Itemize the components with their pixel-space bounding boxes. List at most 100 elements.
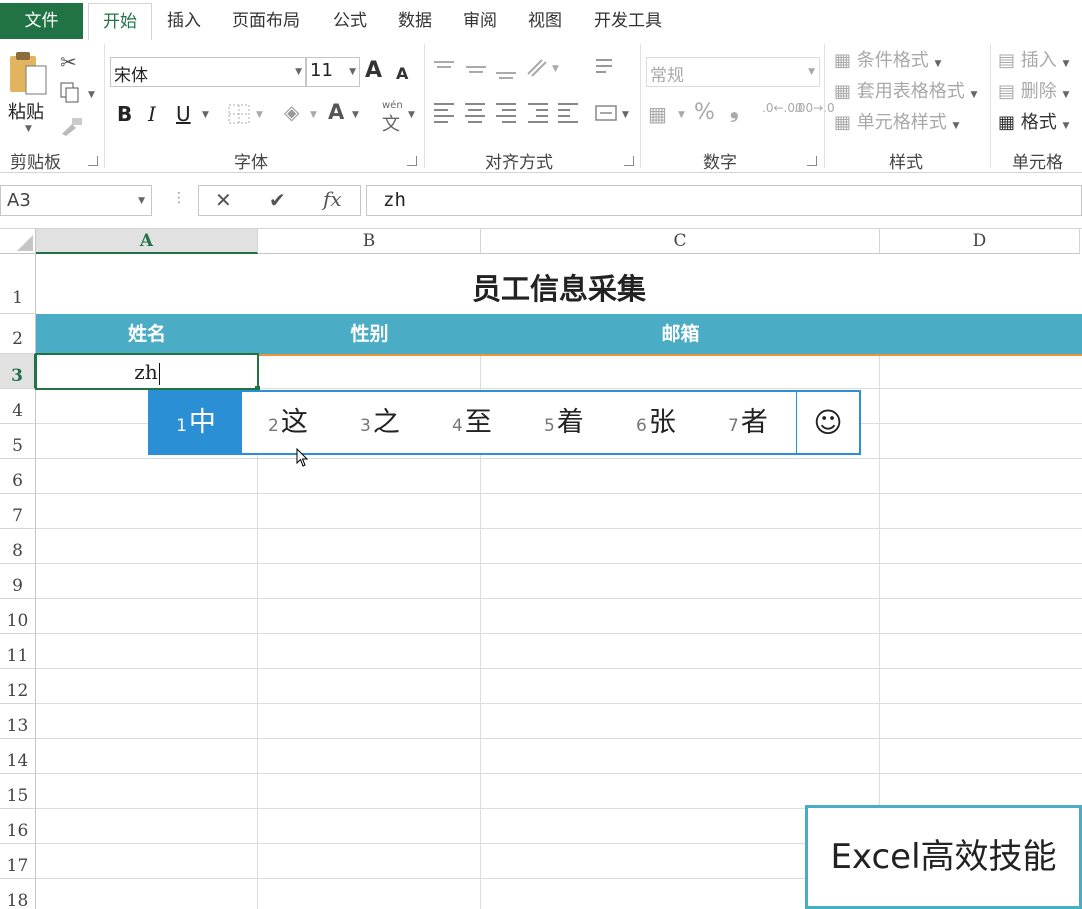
row-header-9[interactable]: 9 (0, 564, 36, 599)
fill-color-icon[interactable]: ◈ (284, 100, 299, 124)
row-header-13[interactable]: 13 (0, 704, 36, 739)
grow-font-button[interactable]: A (365, 58, 382, 83)
phonetic-guide-button[interactable]: 文 (382, 110, 400, 136)
border-icon[interactable] (228, 104, 250, 124)
currency-dropdown-icon[interactable]: ▼ (678, 110, 685, 120)
row-header-6[interactable]: 6 (0, 459, 36, 494)
cell-edit-text[interactable]: zh (37, 355, 257, 389)
tab-developer[interactable]: 开发工具 (580, 3, 676, 39)
number-format-select[interactable]: 常规 ▼ (646, 57, 820, 87)
paste-button[interactable]: 粘贴 (8, 98, 44, 124)
copy-icon[interactable] (60, 82, 79, 103)
candidate-number: 4 (452, 416, 463, 436)
underline-dropdown-icon[interactable]: ▼ (202, 110, 209, 120)
candidate-number: 1 (176, 416, 187, 436)
tab-data[interactable]: 数据 (385, 3, 445, 39)
fill-dropdown-icon[interactable]: ▼ (310, 110, 317, 120)
ime-candidate-4[interactable]: 4至 (452, 392, 492, 453)
copy-dropdown-icon[interactable]: ▼ (88, 90, 95, 100)
italic-button[interactable]: I (148, 102, 156, 126)
bold-button[interactable]: B (117, 102, 132, 126)
format-painter-icon[interactable] (60, 116, 84, 136)
header-email[interactable]: 邮箱 (481, 314, 880, 354)
name-box[interactable]: A3 ▼ (0, 185, 152, 216)
border-dropdown-icon[interactable]: ▼ (256, 110, 263, 120)
shrink-font-button[interactable]: A (396, 64, 408, 83)
column-header-c[interactable]: C (481, 229, 880, 254)
ime-candidate-5[interactable]: 5着 (544, 392, 584, 453)
enter-icon[interactable]: ✔ (269, 188, 286, 212)
row-header-7[interactable]: 7 (0, 494, 36, 529)
vertical-align-icons[interactable]: ▼ (432, 56, 632, 86)
row-header-3[interactable]: 3 (0, 354, 36, 389)
row-header-8[interactable]: 8 (0, 529, 36, 564)
paste-icon[interactable] (8, 50, 48, 96)
currency-icon[interactable]: ▦ (648, 102, 667, 126)
format-cells-button[interactable]: ▦ 格式 ▼ (998, 108, 1069, 134)
formula-input[interactable]: zh (366, 185, 1082, 216)
decrease-decimal-button[interactable]: .00→.0 (794, 102, 835, 114)
font-launcher-icon[interactable] (407, 156, 417, 166)
column-header-a[interactable]: A (36, 229, 258, 254)
clipboard-launcher-icon[interactable] (88, 156, 98, 166)
conditional-format-button[interactable]: ▦ 条件格式 ▼ (834, 46, 941, 72)
header-gender[interactable]: 性别 (258, 314, 481, 354)
row-header-18[interactable]: 18 (0, 879, 36, 909)
tab-review[interactable]: 审阅 (450, 3, 510, 39)
row-header-15[interactable]: 15 (0, 774, 36, 809)
column-header-b[interactable]: B (258, 229, 481, 254)
horizontal-align-icons[interactable]: ▼ (432, 100, 632, 130)
header-name[interactable]: 姓名 (36, 314, 258, 354)
row-header-16[interactable]: 16 (0, 809, 36, 844)
format-as-table-button[interactable]: ▦ 套用表格格式 ▼ (834, 77, 977, 103)
emoji-icon[interactable]: ☺ (797, 392, 859, 453)
svg-text:▼: ▼ (552, 64, 559, 74)
increase-decimal-button[interactable]: .0←.00 (762, 102, 803, 114)
active-cell-a3[interactable]: zh (35, 353, 259, 390)
select-all-corner[interactable] (0, 229, 36, 254)
tab-home[interactable]: 开始 (88, 3, 152, 42)
underline-button[interactable]: U (176, 102, 191, 126)
row-header-1[interactable]: 1 (0, 254, 36, 314)
font-size-select[interactable]: 11 ▼ (306, 57, 360, 87)
tab-insert[interactable]: 插入 (155, 3, 213, 39)
cancel-icon[interactable]: ✕ (215, 188, 232, 212)
tab-file[interactable]: 文件 (0, 3, 83, 39)
ime-candidate-2[interactable]: 2这 (268, 392, 308, 453)
row-header-10[interactable]: 10 (0, 599, 36, 634)
row-header-5[interactable]: 5 (0, 424, 36, 459)
comma-button[interactable]: ❟ (730, 98, 739, 123)
row-header-4[interactable]: 4 (0, 389, 36, 424)
percent-button[interactable]: % (694, 100, 715, 125)
paste-dropdown-icon[interactable]: ▼ (25, 124, 32, 134)
ime-candidate-7[interactable]: 7者 (728, 392, 768, 453)
font-name-select[interactable]: 宋体 ▼ (110, 57, 306, 87)
cut-icon[interactable]: ✂ (60, 50, 77, 74)
cell-styles-label: 单元格样式 (856, 112, 947, 133)
insert-function-icon[interactable]: fx (323, 187, 342, 211)
row-header-2[interactable]: 2 (0, 314, 36, 354)
alignment-launcher-icon[interactable] (624, 156, 634, 166)
ime-candidate-window: 1中 2这 3之 4至 5着 6张 7者 ☺ (148, 390, 861, 455)
row-header-14[interactable]: 14 (0, 739, 36, 774)
row-header-12[interactable]: 12 (0, 669, 36, 704)
drag-handle-icon[interactable]: ⋮ (172, 190, 186, 206)
tab-formulas[interactable]: 公式 (320, 3, 380, 39)
font-color-button[interactable]: A (328, 100, 344, 124)
row-header-11[interactable]: 11 (0, 634, 36, 669)
ime-candidate-3[interactable]: 3之 (360, 392, 400, 453)
row-line (36, 598, 1082, 599)
cell-styles-button[interactable]: ▦ 单元格样式 ▼ (834, 108, 959, 134)
ime-candidate-6[interactable]: 6张 (636, 392, 676, 453)
delete-cells-button[interactable]: ▤ 删除 ▼ (998, 77, 1069, 103)
row-header-17[interactable]: 17 (0, 844, 36, 879)
tab-page-layout[interactable]: 页面布局 (218, 3, 314, 39)
phonetic-dropdown-icon[interactable]: ▼ (408, 110, 415, 120)
number-launcher-icon[interactable] (807, 156, 817, 166)
tab-view[interactable]: 视图 (515, 3, 575, 39)
title-cell[interactable]: 员工信息采集 (36, 254, 1082, 314)
column-header-d[interactable]: D (880, 229, 1080, 254)
ime-candidate-1[interactable]: 1中 (150, 392, 242, 453)
insert-cells-button[interactable]: ▤ 插入 ▼ (998, 46, 1069, 72)
font-color-dropdown-icon[interactable]: ▼ (352, 110, 359, 120)
